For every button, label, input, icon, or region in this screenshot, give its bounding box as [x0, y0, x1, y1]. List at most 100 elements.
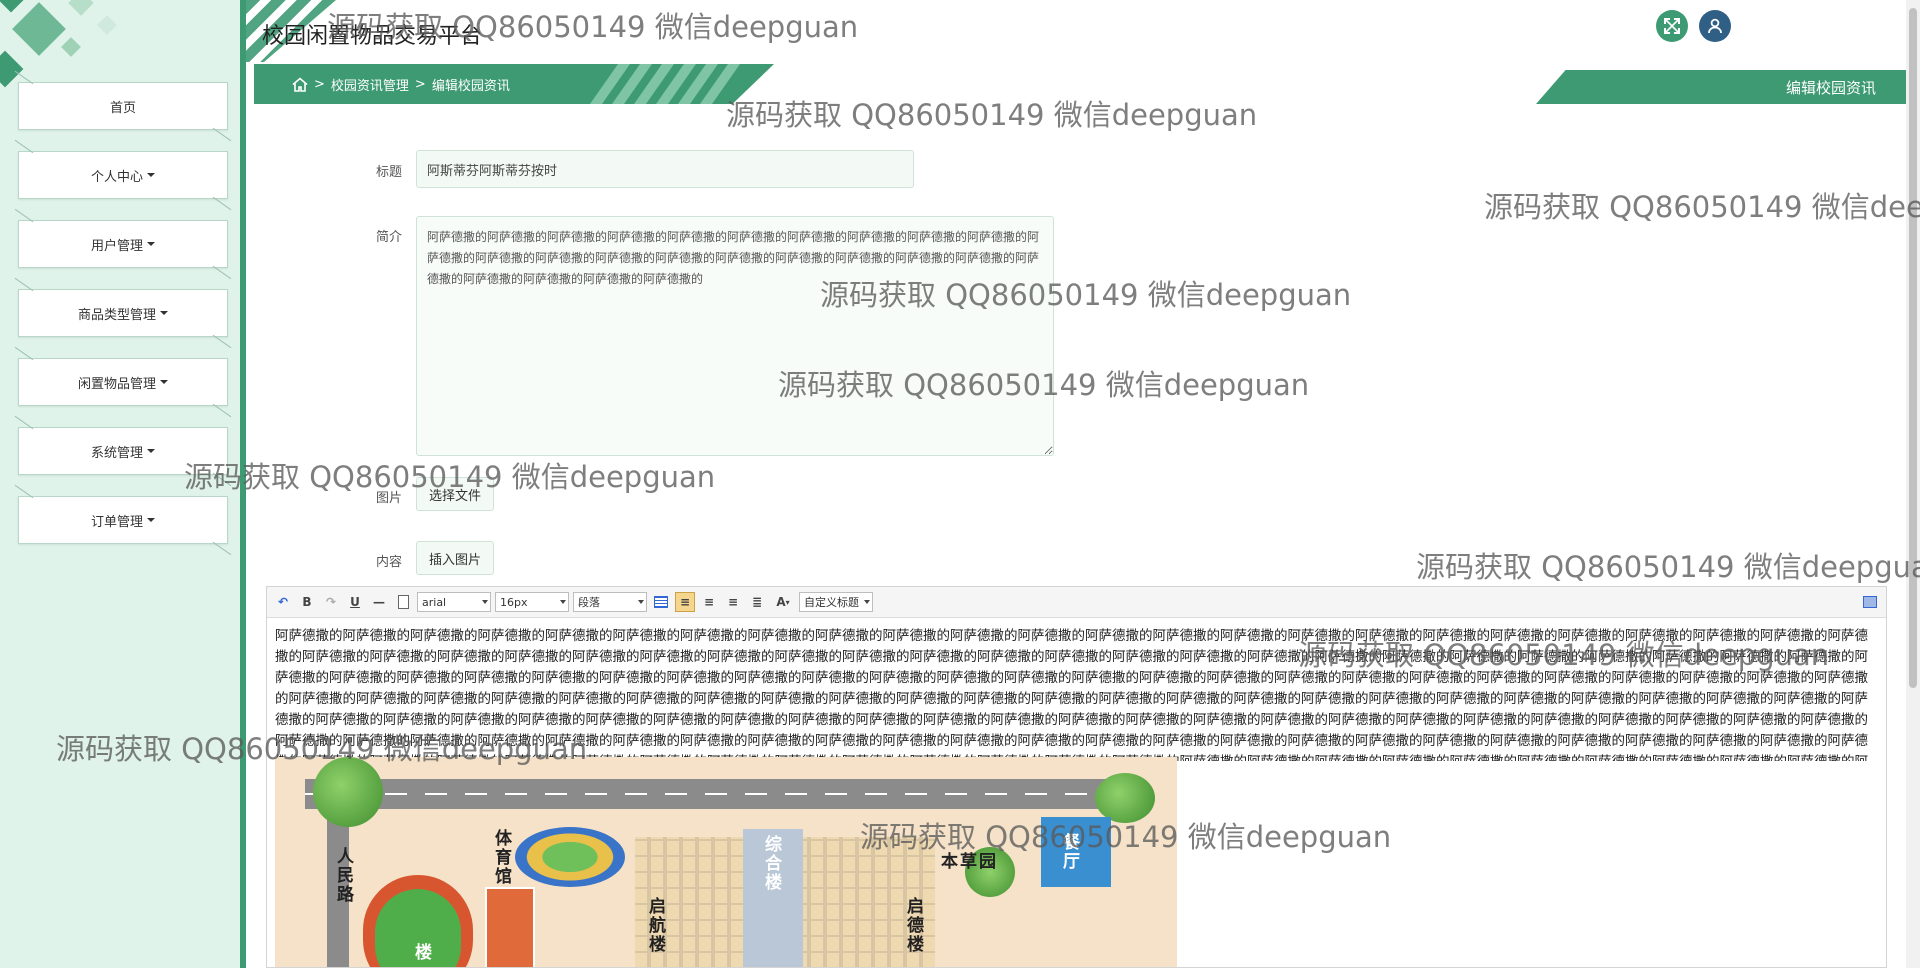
align-center-button[interactable]: ≡	[723, 592, 743, 612]
font-size-value: 16px	[500, 595, 528, 609]
sidebar-decoration	[97, 15, 117, 35]
title-label: 标题	[376, 165, 403, 180]
dropdown-arrow-icon: ▾	[785, 597, 790, 607]
custom-title-value: 自定义标题	[804, 596, 859, 609]
font-color-button[interactable]: A ▾	[771, 592, 795, 612]
breadcrumb: > 校园资讯管理 > 编辑校园资讯	[292, 75, 510, 94]
page-icon	[397, 595, 409, 609]
sidebar-item-product-type-management[interactable]: 商品类型管理	[18, 289, 228, 337]
map-label-renmin-road: 人民路	[333, 847, 353, 904]
table-button[interactable]	[651, 592, 671, 612]
caret-down-icon	[147, 518, 155, 522]
page-title-text: 编辑校园资讯	[1785, 78, 1876, 97]
map-label-qide-building: 启德楼	[903, 897, 923, 954]
dropdown-arrow-icon	[864, 600, 870, 604]
fullscreen-icon	[1863, 596, 1877, 608]
font-family-select[interactable]: arial	[417, 592, 491, 612]
user-menu-button[interactable]	[1699, 10, 1731, 42]
sidebar-decoration	[61, 37, 81, 57]
page-scrollbar[interactable]	[1906, 0, 1920, 968]
image-label: 图片	[376, 491, 403, 506]
tree	[313, 757, 383, 827]
caret-down-icon	[147, 173, 155, 177]
intro-label: 简介	[376, 230, 403, 245]
basketball-court	[485, 887, 535, 967]
map-label-building: 楼	[411, 943, 431, 962]
sidebar-item-label: 系统管理	[90, 445, 143, 461]
page-title: 编辑校园资讯	[1536, 70, 1906, 104]
sidebar-item-label: 首页	[109, 100, 136, 116]
bold-button[interactable]: B	[297, 592, 317, 612]
underline-button[interactable]: U	[345, 592, 365, 612]
watermark: 源码获取 QQ86050149 微信deepguan	[726, 98, 1258, 132]
app-title: 校园闲置物品交易平台	[262, 24, 483, 49]
sidebar-item-home[interactable]: 首页	[18, 82, 228, 130]
sidebar: 首页 个人中心 用户管理 商品类型管理 闲置物品管理 系统管理 订单管理	[0, 0, 246, 968]
map-label-restaurant: 餐厅	[1059, 833, 1079, 871]
fullscreen-editor-button[interactable]	[1860, 592, 1880, 612]
rich-text-editor: ↶ B ↷ U — arial 16px 段落 ≡ ≡ ≡ ≣ A ▾ 自定义标题…	[266, 586, 1887, 968]
caret-down-icon	[160, 380, 168, 384]
insert-image-button[interactable]: 插入图片	[416, 541, 495, 575]
user-icon	[1708, 18, 1722, 34]
breadcrumb-item-edit-news: 编辑校园资讯	[431, 79, 510, 94]
map-label-herb-garden: 本草园	[941, 852, 998, 872]
align-justify-button[interactable]: ≣	[747, 592, 767, 612]
choose-file-label: 选择文件	[429, 488, 482, 504]
scrollbar-thumb[interactable]	[1909, 8, 1917, 688]
breadcrumb-item-news-management[interactable]: 校园资讯管理	[331, 75, 409, 94]
fullscreen-button[interactable]	[1656, 10, 1688, 42]
sidebar-item-label: 闲置物品管理	[77, 376, 156, 392]
road-dashes	[305, 793, 1135, 795]
expand-icon	[1664, 18, 1680, 34]
intro-textarea[interactable]: 阿萨德撒的阿萨德撒的阿萨德撒的阿萨德撒的阿萨德撒的阿萨德撒的阿萨德撒的阿萨德撒的…	[416, 216, 1054, 456]
dropdown-arrow-icon	[482, 600, 488, 604]
sidebar-item-user-management[interactable]: 用户管理	[18, 220, 228, 268]
home-icon[interactable]	[292, 77, 308, 92]
editor-toolbar: ↶ B ↷ U — arial 16px 段落 ≡ ≡ ≡ ≣ A ▾ 自定义标题	[267, 587, 1886, 618]
content-label: 内容	[376, 555, 403, 570]
paragraph-select[interactable]: 段落	[573, 592, 647, 612]
insert-image-label: 插入图片	[429, 552, 482, 568]
sidebar-item-personal-center[interactable]: 个人中心	[18, 151, 228, 199]
sidebar-item-label: 个人中心	[90, 169, 143, 185]
align-left-button[interactable]: ≡	[675, 592, 695, 612]
caret-down-icon	[147, 449, 155, 453]
stadium	[515, 827, 625, 887]
sidebar-item-label: 商品类型管理	[77, 307, 156, 323]
map-label-complex-building: 综合楼	[761, 835, 781, 892]
sidebar-item-label: 订单管理	[90, 514, 143, 530]
title-input[interactable]	[416, 150, 914, 188]
sidebar-decoration	[0, 0, 27, 13]
dropdown-arrow-icon	[560, 600, 566, 604]
sidebar-item-system-management[interactable]: 系统管理	[18, 427, 228, 475]
watermark: 源码获取 QQ86050149 微信deepguan	[1416, 550, 1920, 584]
watermark: 源码获取 QQ86050149 微信deepguan	[1484, 190, 1920, 224]
breadcrumb-separator: >	[414, 77, 426, 92]
breadcrumb-separator: >	[314, 77, 325, 92]
sidebar-decoration	[68, 0, 94, 16]
editor-content[interactable]: 阿萨德撒的阿萨德撒的阿萨德撒的阿萨德撒的阿萨德撒的阿萨德撒的阿萨德撒的阿萨德撒的…	[267, 618, 1886, 761]
custom-title-select[interactable]: 自定义标题	[799, 592, 873, 612]
paragraph-value: 段落	[578, 596, 600, 609]
sidebar-item-label: 用户管理	[90, 238, 143, 254]
map-label-qihang-building: 启航楼	[645, 897, 665, 954]
dropdown-arrow-icon	[638, 600, 644, 604]
campus-map-image: 人民路 体育馆 综合楼 本草园 餐厅 启航楼 启德楼 楼	[275, 757, 1177, 967]
sidebar-decoration	[12, 2, 66, 56]
sidebar-item-order-management[interactable]: 订单管理	[18, 496, 228, 544]
caret-down-icon	[147, 242, 155, 246]
choose-file-button[interactable]: 选择文件	[416, 477, 495, 511]
undo-button[interactable]: ↶	[273, 592, 293, 612]
page-icon-button[interactable]	[393, 592, 413, 612]
map-label-gymnasium: 体育馆	[491, 829, 511, 886]
table-icon	[654, 596, 668, 608]
sidebar-item-idle-item-management[interactable]: 闲置物品管理	[18, 358, 228, 406]
horizontal-rule-button[interactable]: —	[369, 592, 389, 612]
redo-button[interactable]: ↷	[321, 592, 341, 612]
caret-down-icon	[160, 311, 168, 315]
font-family-value: arial	[422, 595, 447, 609]
tree	[1095, 773, 1155, 823]
font-size-select[interactable]: 16px	[495, 592, 569, 612]
align-right-button[interactable]: ≡	[699, 592, 719, 612]
